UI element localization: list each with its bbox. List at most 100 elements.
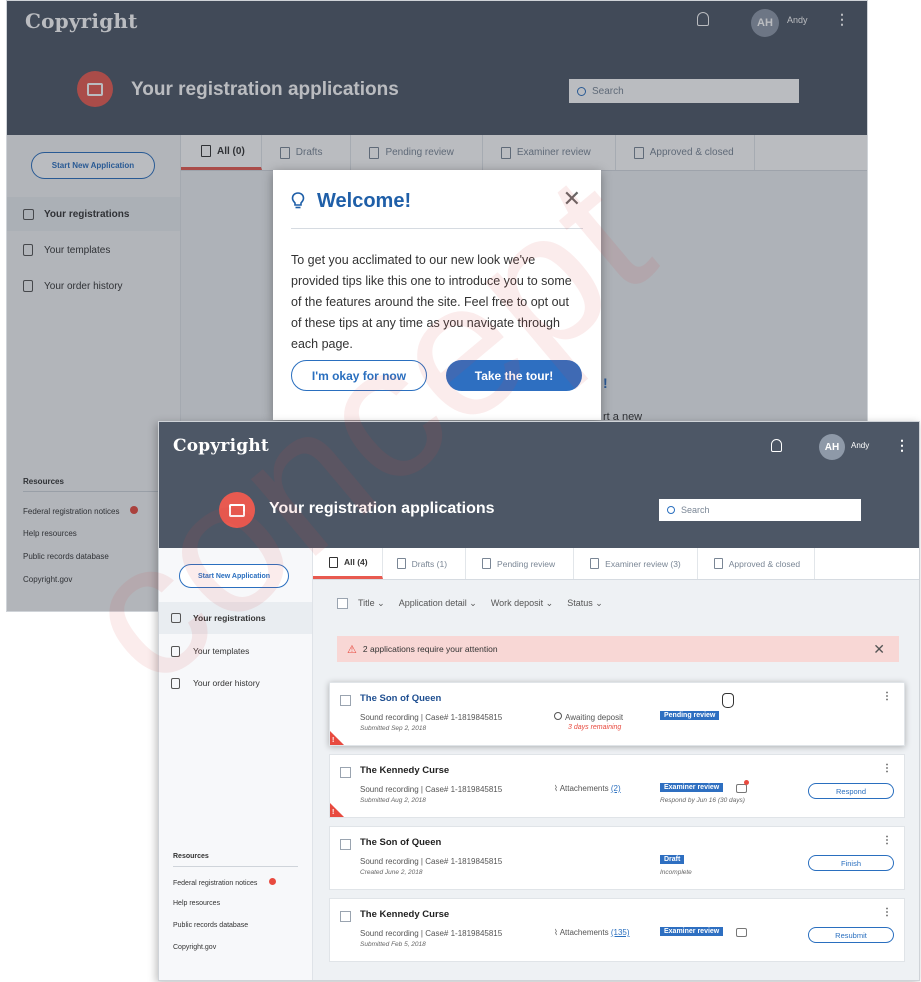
sidebar-item-label: Your order history bbox=[193, 678, 260, 688]
clock-icon bbox=[554, 712, 562, 720]
attachments[interactable]: ⌇ Attachements (2) bbox=[554, 784, 621, 793]
resources-divider bbox=[173, 866, 298, 867]
page-title: Your registration applications bbox=[269, 500, 495, 517]
resource-link-help[interactable]: Help resources bbox=[173, 900, 220, 907]
sidebar-item-label: Your registrations bbox=[193, 613, 266, 623]
resource-link-federal-notices[interactable]: Federal registration notices bbox=[173, 878, 277, 887]
row-checkbox[interactable] bbox=[340, 911, 351, 922]
hero: Your registration applications Search bbox=[159, 472, 919, 548]
application-date: Submitted Feb 5, 2018 bbox=[360, 941, 426, 948]
filter-application-detail[interactable]: Application detail ⌄ bbox=[399, 598, 477, 609]
paperclip-icon: ⌇ bbox=[554, 928, 558, 937]
application-title[interactable]: The Son of Queen bbox=[360, 837, 441, 848]
more-menu-icon[interactable]: ⋮ bbox=[882, 763, 892, 774]
notification-dot bbox=[744, 780, 749, 785]
sidebar-item-templates[interactable]: Your templates bbox=[159, 636, 312, 666]
take-tour-button[interactable]: Take the tour! bbox=[446, 360, 582, 391]
modal-title: Welcome! bbox=[317, 190, 412, 212]
row-checkbox[interactable] bbox=[340, 767, 351, 778]
flag-mark: ! bbox=[332, 737, 335, 744]
tab-approved-closed[interactable]: Approved & closed bbox=[698, 548, 816, 579]
dismiss-tips-button[interactable]: I'm okay for now bbox=[291, 360, 427, 391]
tab-label: All (4) bbox=[344, 557, 368, 567]
row-checkbox[interactable] bbox=[340, 839, 351, 850]
message-icon[interactable] bbox=[736, 784, 747, 793]
search-input[interactable]: Search bbox=[659, 499, 861, 521]
application-case: Sound recording | Case# 1-1819845815 bbox=[360, 857, 503, 866]
close-icon[interactable]: ✕ bbox=[563, 186, 581, 212]
status-badge: Examiner review bbox=[660, 927, 724, 936]
main-area: All (4) Drafts (1) Pending review Examin… bbox=[313, 548, 919, 980]
finish-button[interactable]: Finish bbox=[808, 855, 894, 871]
copyright-logo[interactable]: Copyright bbox=[173, 436, 269, 456]
tab-label: Pending review bbox=[497, 558, 556, 569]
select-all-checkbox[interactable] bbox=[337, 598, 348, 609]
resource-link-label: Federal registration notices bbox=[173, 880, 258, 887]
resource-link-public-records[interactable]: Public records database bbox=[173, 922, 248, 929]
application-card[interactable]: The Kennedy Curse Sound recording | Case… bbox=[329, 898, 905, 962]
filter-title[interactable]: Title ⌄ bbox=[358, 598, 385, 609]
respond-by-note: Respond by Jun 16 (30 days) bbox=[660, 797, 745, 804]
application-date: Created June 2, 2018 bbox=[360, 869, 423, 876]
row-checkbox[interactable] bbox=[340, 695, 351, 706]
alert-text: 2 applications require your attention bbox=[362, 644, 498, 654]
application-date: Submitted Aug 2, 2018 bbox=[360, 797, 426, 804]
filter-bar: Title ⌄ Application detail ⌄ Work deposi… bbox=[337, 598, 603, 609]
paperclip-icon: ⌇ bbox=[554, 784, 558, 793]
more-menu-icon[interactable]: ⋮ bbox=[895, 437, 909, 454]
tab-label: Drafts (1) bbox=[411, 558, 448, 569]
application-card[interactable]: The Son of Queen Sound recording | Case#… bbox=[329, 826, 905, 890]
application-title[interactable]: The Son of Queen bbox=[360, 693, 441, 704]
list-icon bbox=[329, 556, 338, 568]
lightbulb-icon bbox=[291, 192, 305, 209]
sidebar-item-registrations[interactable]: Your registrations bbox=[159, 602, 312, 634]
front-window: Copyright AH Andy ⋮ Your registration ap… bbox=[158, 421, 920, 981]
application-card[interactable]: The Kennedy Curse Sound recording | Case… bbox=[329, 754, 905, 818]
tab-all[interactable]: All (4) bbox=[313, 548, 383, 579]
resource-link-copyright-gov[interactable]: Copyright.gov bbox=[173, 944, 216, 951]
application-case: Sound recording | Case# 1-1819845815 bbox=[360, 929, 503, 938]
welcome-modal: Welcome! ✕ To get you acclimated to our … bbox=[273, 170, 601, 420]
filter-work-deposit[interactable]: Work deposit ⌄ bbox=[491, 598, 553, 609]
tab-pending-review[interactable]: Pending review bbox=[466, 548, 575, 579]
tab-label: Approved & closed bbox=[728, 558, 801, 569]
draft-icon bbox=[396, 558, 406, 569]
days-remaining: 3 days remaining bbox=[568, 724, 622, 731]
application-date: Submitted Sep 2, 2018 bbox=[360, 725, 427, 732]
sidebar-item-order-history[interactable]: Your order history bbox=[159, 668, 312, 698]
application-card[interactable]: The Son of Queen Sound recording | Case#… bbox=[329, 682, 905, 746]
resources-title: Resources bbox=[173, 853, 209, 860]
bell-icon[interactable] bbox=[771, 439, 782, 452]
respond-button[interactable]: Respond bbox=[808, 783, 894, 799]
resubmit-button[interactable]: Resubmit bbox=[808, 927, 894, 943]
status-badge: Draft bbox=[660, 855, 685, 864]
tab-label: Examiner review (3) bbox=[605, 558, 681, 569]
tab-drafts[interactable]: Drafts (1) bbox=[383, 548, 467, 579]
deposit-status: Awaiting deposit bbox=[554, 712, 623, 722]
start-new-application-button[interactable]: Start New Application bbox=[179, 564, 289, 588]
order-history-icon bbox=[171, 677, 180, 689]
search-icon bbox=[667, 506, 675, 514]
tab-examiner-review[interactable]: Examiner review (3) bbox=[574, 548, 698, 579]
template-icon bbox=[171, 645, 180, 657]
inbox-icon bbox=[171, 613, 181, 623]
filter-status[interactable]: Status ⌄ bbox=[567, 598, 603, 609]
modal-divider bbox=[291, 228, 583, 229]
application-case: Sound recording | Case# 1-1819845815 bbox=[360, 713, 503, 722]
top-bar: Copyright AH Andy ⋮ bbox=[159, 422, 919, 472]
user-name[interactable]: Andy bbox=[851, 441, 869, 450]
application-title[interactable]: The Kennedy Curse bbox=[360, 765, 449, 776]
application-title[interactable]: The Kennedy Curse bbox=[360, 909, 449, 920]
registration-box-icon bbox=[219, 492, 255, 528]
message-icon[interactable] bbox=[736, 928, 747, 937]
more-menu-icon[interactable]: ⋮ bbox=[882, 691, 892, 702]
warning-icon: ⚠ bbox=[347, 643, 357, 656]
avatar[interactable]: AH bbox=[819, 434, 845, 460]
close-icon[interactable]: ✕ bbox=[873, 641, 885, 658]
more-menu-icon[interactable]: ⋮ bbox=[882, 907, 892, 918]
attachments[interactable]: ⌇ Attachements (135) bbox=[554, 928, 630, 937]
draft-note: Incomplete bbox=[660, 869, 692, 876]
more-menu-icon[interactable]: ⋮ bbox=[882, 835, 892, 846]
notification-dot bbox=[269, 878, 277, 885]
search-placeholder: Search bbox=[681, 505, 710, 515]
